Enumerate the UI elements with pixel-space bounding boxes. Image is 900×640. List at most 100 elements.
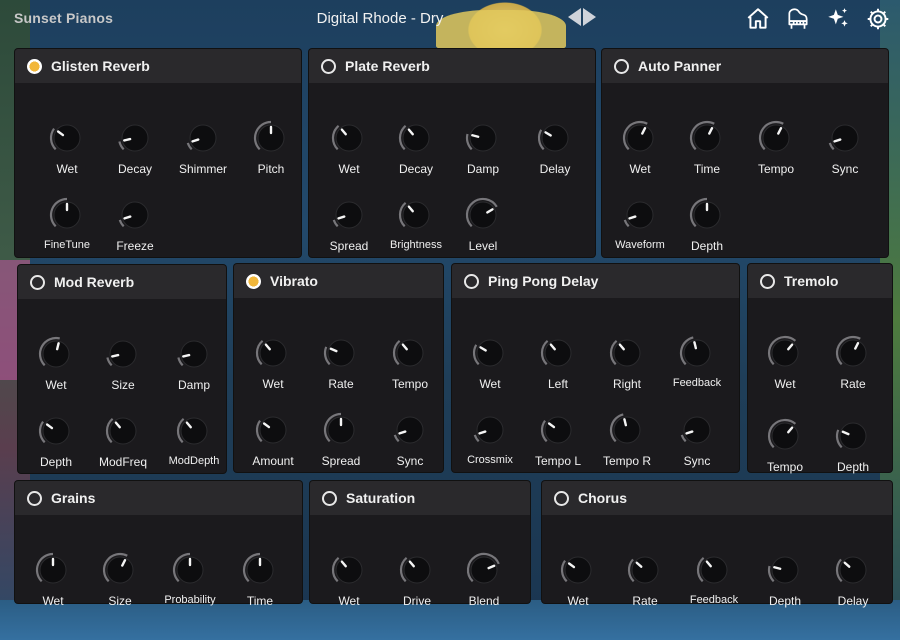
sparkle-icon[interactable] bbox=[824, 5, 852, 33]
knob-depth: Depth bbox=[751, 542, 819, 614]
knob-dial[interactable] bbox=[36, 411, 76, 451]
knob-dial[interactable] bbox=[329, 550, 369, 590]
knob-dial[interactable] bbox=[103, 411, 143, 451]
knob-dial[interactable] bbox=[833, 550, 873, 590]
knob-dial[interactable] bbox=[607, 410, 647, 450]
knob-label: Time bbox=[693, 162, 721, 176]
knob-label: Tempo L bbox=[534, 454, 582, 468]
knob-pitch: Pitch bbox=[237, 110, 305, 182]
knob-label: Tempo bbox=[391, 377, 429, 391]
knob-dial[interactable] bbox=[329, 118, 369, 158]
piano-icon[interactable] bbox=[784, 5, 812, 33]
tremolo-enable-toggle[interactable] bbox=[760, 273, 775, 289]
top-icons bbox=[744, 5, 892, 33]
ping-pong-delay-enable-toggle[interactable] bbox=[464, 273, 479, 289]
knob-label: Tempo bbox=[757, 162, 795, 176]
knob-dial[interactable] bbox=[170, 550, 210, 590]
knob-dial[interactable] bbox=[607, 333, 647, 373]
panel-title: Plate Reverb bbox=[345, 58, 430, 74]
chorus-enable-toggle[interactable] bbox=[554, 490, 569, 506]
knob-dial[interactable] bbox=[115, 118, 155, 158]
glisten-reverb-enable-toggle[interactable] bbox=[27, 58, 42, 74]
knob-dial[interactable] bbox=[390, 333, 430, 373]
panel-tremolo: Tremolo Wet Rate Tempo Depth bbox=[748, 264, 892, 474]
knob-wet: Wet bbox=[315, 542, 383, 614]
knob-dial[interactable] bbox=[396, 118, 436, 158]
knob-dial[interactable] bbox=[765, 416, 805, 456]
knob-dial[interactable] bbox=[470, 333, 510, 373]
next-preset-icon[interactable] bbox=[583, 8, 596, 26]
knob-label: Feedback bbox=[689, 594, 739, 606]
knob-dial[interactable] bbox=[240, 550, 280, 590]
knob-time: Time bbox=[673, 110, 741, 182]
knob-label: Depth bbox=[690, 239, 724, 253]
knob-label: Sync bbox=[683, 454, 711, 468]
auto-panner-enable-toggle[interactable] bbox=[614, 58, 629, 74]
knob-wet: Wet bbox=[239, 325, 307, 397]
knob-dial[interactable] bbox=[677, 333, 717, 373]
knob-dial[interactable] bbox=[183, 118, 223, 158]
knob-wet: Wet bbox=[544, 542, 612, 614]
knob-label: Probability bbox=[164, 594, 216, 606]
knob-dial[interactable] bbox=[687, 195, 727, 235]
knob-dial[interactable] bbox=[396, 195, 436, 235]
knob-dial[interactable] bbox=[625, 550, 665, 590]
grains-enable-toggle[interactable] bbox=[27, 490, 42, 506]
knob-dial[interactable] bbox=[825, 118, 865, 158]
knob-dial[interactable] bbox=[833, 416, 873, 456]
knob-rate: Rate bbox=[307, 325, 375, 397]
knob-dial[interactable] bbox=[463, 118, 503, 158]
knob-dial[interactable] bbox=[321, 333, 361, 373]
knob-dial[interactable] bbox=[115, 195, 155, 235]
knob-wet: Wet bbox=[315, 110, 383, 182]
knob-dial[interactable] bbox=[463, 195, 503, 235]
knob-dial[interactable] bbox=[329, 195, 369, 235]
preset-name[interactable]: Digital Rhode - Dry bbox=[0, 10, 760, 27]
knob-dial[interactable] bbox=[694, 550, 734, 590]
knob-probability: Probability bbox=[156, 542, 224, 614]
knob-dial[interactable] bbox=[535, 118, 575, 158]
gear-icon[interactable] bbox=[864, 5, 892, 33]
preset-navigation bbox=[568, 8, 596, 26]
knob-dial[interactable] bbox=[390, 410, 430, 450]
knob-dial[interactable] bbox=[756, 118, 796, 158]
knob-dial[interactable] bbox=[253, 333, 293, 373]
knob-dial[interactable] bbox=[538, 410, 578, 450]
saturation-enable-toggle[interactable] bbox=[322, 490, 337, 506]
knob-dial[interactable] bbox=[620, 195, 660, 235]
knob-dial[interactable] bbox=[103, 334, 143, 374]
knob-dial[interactable] bbox=[765, 550, 805, 590]
vibrato-enable-toggle[interactable] bbox=[246, 273, 261, 289]
knob-dial[interactable] bbox=[464, 550, 504, 590]
knob-dial[interactable] bbox=[174, 334, 214, 374]
knob-wet: Wet bbox=[606, 110, 674, 182]
knob-dial[interactable] bbox=[677, 410, 717, 450]
knob-rate: Rate bbox=[819, 325, 887, 397]
home-icon[interactable] bbox=[744, 5, 772, 33]
knob-dial[interactable] bbox=[558, 550, 598, 590]
knob-dial[interactable] bbox=[687, 118, 727, 158]
knob-dial[interactable] bbox=[36, 334, 76, 374]
previous-preset-icon[interactable] bbox=[568, 8, 581, 26]
panel-header: Tremolo bbox=[748, 264, 892, 298]
knob-dial[interactable] bbox=[174, 411, 214, 451]
knob-dial[interactable] bbox=[33, 550, 73, 590]
knob-depth: Depth bbox=[22, 403, 90, 475]
knob-dial[interactable] bbox=[253, 410, 293, 450]
knob-dial[interactable] bbox=[620, 118, 660, 158]
knob-dial[interactable] bbox=[538, 333, 578, 373]
knob-freeze: Freeze bbox=[101, 187, 169, 259]
knob-dial[interactable] bbox=[833, 333, 873, 373]
knob-dial[interactable] bbox=[765, 333, 805, 373]
panel-header: Vibrato bbox=[234, 264, 443, 298]
panel-title: Chorus bbox=[578, 490, 627, 506]
knob-dial[interactable] bbox=[470, 410, 510, 450]
knob-dial[interactable] bbox=[321, 410, 361, 450]
knob-dial[interactable] bbox=[47, 195, 87, 235]
knob-dial[interactable] bbox=[47, 118, 87, 158]
plate-reverb-enable-toggle[interactable] bbox=[321, 58, 336, 74]
knob-dial[interactable] bbox=[100, 550, 140, 590]
knob-dial[interactable] bbox=[397, 550, 437, 590]
mod-reverb-enable-toggle[interactable] bbox=[30, 274, 45, 290]
knob-dial[interactable] bbox=[251, 118, 291, 158]
